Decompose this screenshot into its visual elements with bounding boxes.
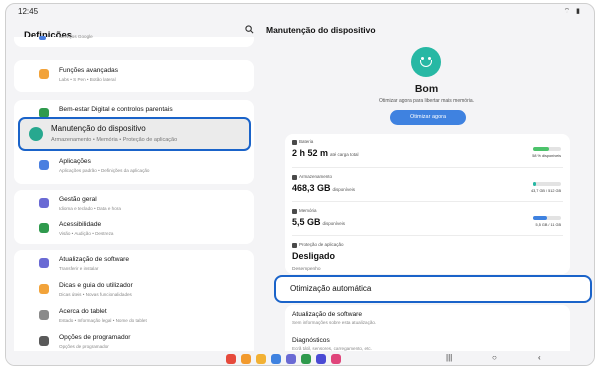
dock-app-icon[interactable] (316, 354, 326, 364)
settings-card: Atualização de software Transferir e ins… (14, 250, 254, 360)
accessibility-icon (39, 223, 49, 233)
settings-item-advanced[interactable]: Funções avançadas Labs • S Pen • Botão l… (14, 63, 254, 89)
device-status-hint: Otimizar agora para libertar mais memóri… (378, 98, 475, 104)
dock-app-icon[interactable] (301, 354, 311, 364)
memory-row[interactable]: Memória 5,5 GB disponíveis 5,5 GB / 11 GB (285, 203, 570, 235)
dock-app-icon[interactable] (241, 354, 251, 364)
sliders-icon (39, 198, 49, 208)
dock-app-icon[interactable] (271, 354, 281, 364)
dock-app-icon[interactable] (331, 354, 341, 364)
status-icons: ⌔ ▮ (563, 8, 582, 15)
clock: 12:45 (18, 7, 39, 16)
device-care-icon (29, 127, 43, 141)
storage-bar (533, 182, 561, 186)
software-update-item[interactable]: Atualização de software Sem informações … (292, 311, 562, 325)
shield-icon (292, 243, 297, 248)
dock-app-icon[interactable] (286, 354, 296, 364)
settings-item-accessibility[interactable]: Acessibilidade Visão • Audição • Destrez… (14, 217, 254, 243)
settings-item-about-tablet[interactable]: Acerca do tablet Estado • Informação leg… (14, 304, 254, 330)
settings-card: Gestão geral Idioma e teclado • Data e h… (14, 190, 254, 244)
app-protection-row[interactable]: Proteção de aplicação Desligado (285, 237, 570, 269)
detail-title: Manutenção do dispositivo (266, 25, 376, 35)
auto-optimization-item[interactable]: Otimização automática (274, 275, 592, 303)
apps-icon (39, 160, 49, 170)
section-label: Desempenho (292, 267, 321, 272)
settings-item-google[interactable]: Serviços Google (14, 29, 254, 47)
lightbulb-icon (39, 284, 49, 294)
storage-icon (292, 175, 297, 180)
puzzle-icon (39, 69, 49, 79)
taskbar: ||| ○ ‹ (6, 351, 594, 365)
memory-icon (292, 209, 297, 214)
home-button[interactable]: ○ (492, 353, 497, 362)
tablet-screen: 12:45 ⌔ ▮ Definições Serviços Google Fun… (5, 3, 595, 366)
dock-app-icon[interactable] (256, 354, 266, 364)
status-bar: 12:45 ⌔ ▮ (6, 4, 594, 20)
optimize-now-button[interactable]: Otimizar agora (390, 110, 466, 125)
back-button[interactable]: ‹ (538, 353, 541, 362)
settings-item-software-update[interactable]: Atualização de software Transferir e ins… (14, 252, 254, 278)
dock-app-icon[interactable] (226, 354, 236, 364)
settings-list-pane: Definições Serviços Google Funções avanç… (14, 20, 254, 360)
battery-bar (533, 147, 561, 151)
battery-icon (292, 140, 297, 145)
update-icon (39, 258, 49, 268)
device-care-pane: Manutenção do dispositivo Bom Otimizar a… (264, 20, 592, 365)
device-status: Bom (414, 83, 439, 95)
info-icon (39, 310, 49, 320)
settings-item-tips[interactable]: Dicas e guia do utilizador Dicas úteis •… (14, 278, 254, 304)
stats-card: Bateria 2 h 52 m até carga total 58 % dis… (285, 134, 570, 274)
settings-item-apps[interactable]: Aplicações Aplicações padrão • Definiçõe… (14, 154, 254, 180)
developer-icon (39, 336, 49, 346)
storage-row[interactable]: Armazenamento 468,3 GB disponíveis 43,7 G… (285, 169, 570, 201)
diagnostics-item[interactable]: Diagnósticos Ecrã tátil, sensores, carre… (292, 337, 562, 351)
settings-item-device-care[interactable]: Manutenção do dispositivo Armazenamento … (18, 117, 251, 151)
settings-card: Serviços Google (14, 34, 254, 47)
settings-card: Funções avançadas Labs • S Pen • Botão l… (14, 60, 254, 92)
recents-button[interactable]: ||| (446, 353, 452, 362)
google-icon (39, 36, 46, 40)
memory-bar (533, 216, 561, 220)
battery-row[interactable]: Bateria 2 h 52 m até carga total 58 % dis… (285, 134, 570, 166)
smiley-icon (411, 47, 441, 77)
settings-item-general-management[interactable]: Gestão geral Idioma e teclado • Data e h… (14, 192, 254, 218)
